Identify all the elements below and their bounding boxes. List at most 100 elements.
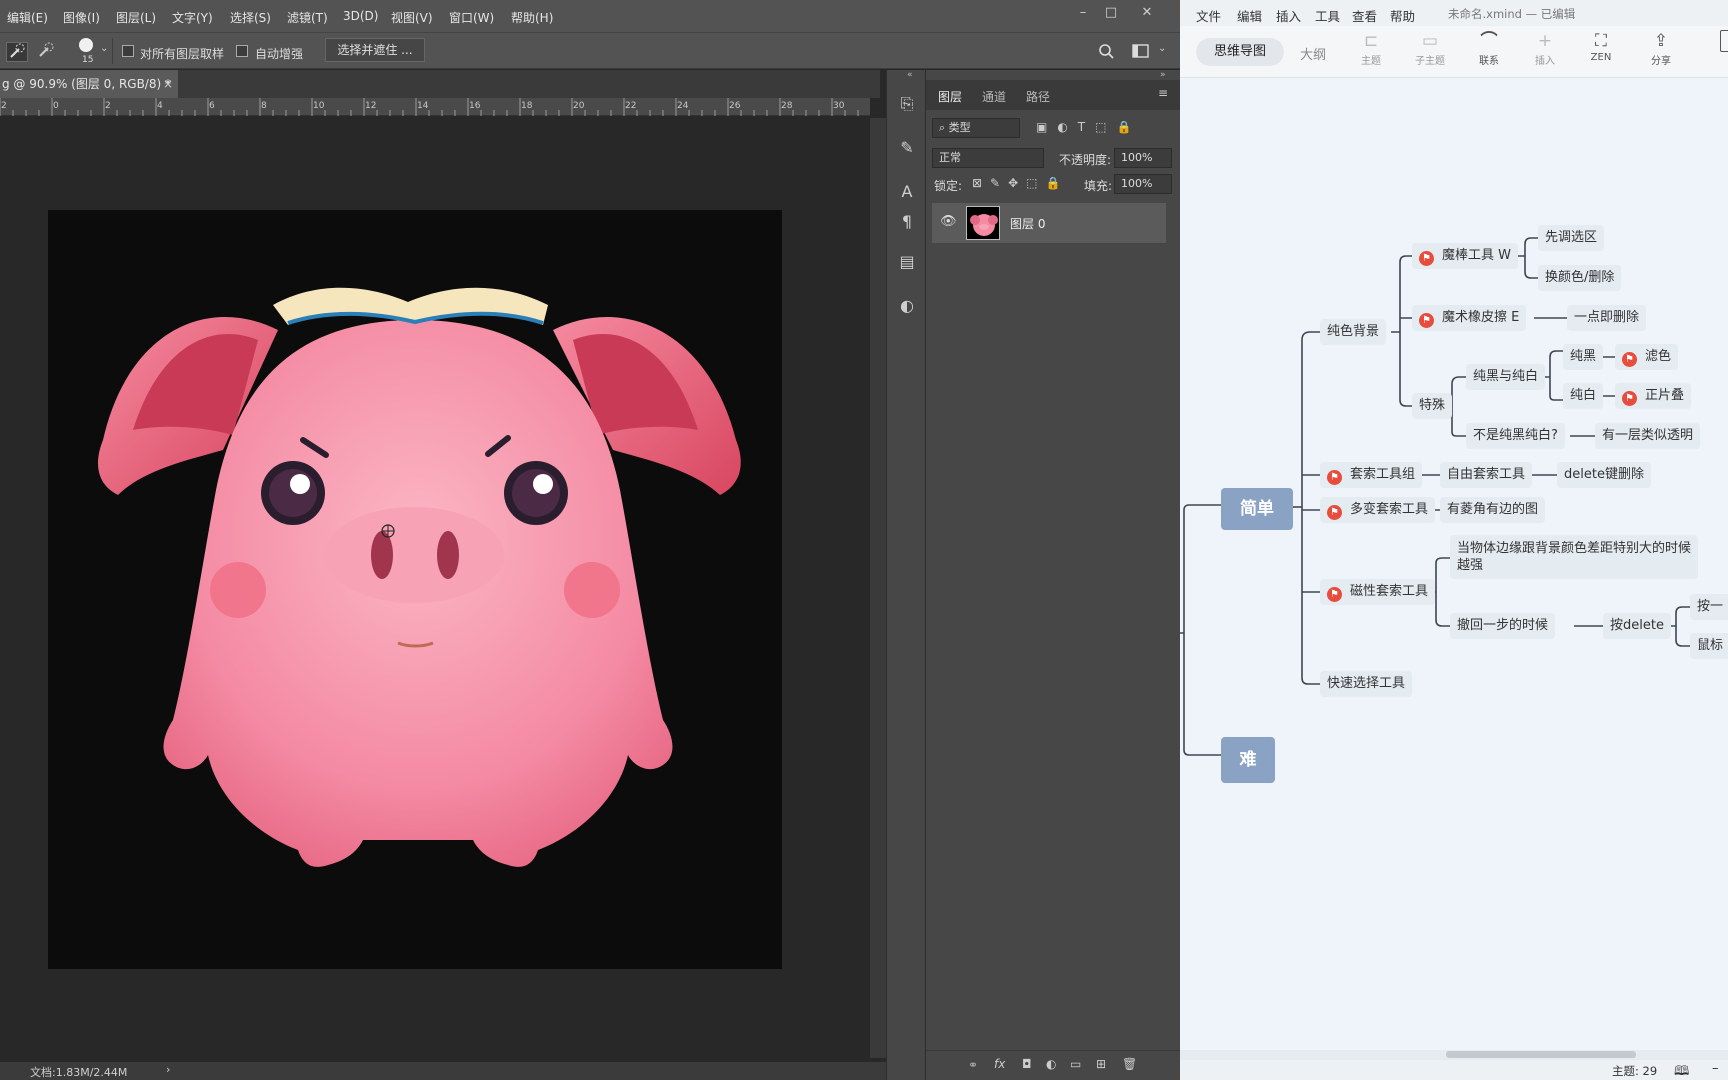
- ps-menu-edit[interactable]: 编辑(E): [7, 9, 48, 26]
- ps-status-bar: 文档:1.83M/2.44M ›: [0, 1062, 886, 1080]
- node-change-color[interactable]: 换颜色/删除: [1538, 265, 1622, 291]
- layer-filter-icons[interactable]: ▣◐T⬚🔒: [1036, 120, 1141, 134]
- ps-panel-icon-strip: « ⎘ ✎ A ¶ ▤ ◐: [886, 70, 926, 1080]
- tab-layers[interactable]: 图层: [938, 88, 962, 105]
- blend-mode-select[interactable]: 正常: [932, 148, 1044, 168]
- auto-enhance-checkbox[interactable]: [236, 45, 248, 57]
- node-black-white[interactable]: 纯黑与纯白: [1466, 364, 1546, 390]
- map-icon[interactable]: 🕮: [1674, 1062, 1689, 1080]
- ps-menu-image[interactable]: 图像(I): [63, 9, 100, 26]
- node-magic-eraser[interactable]: ⚑ 魔术橡皮擦 E: [1412, 305, 1527, 331]
- tab-paths[interactable]: 路径: [1026, 88, 1050, 105]
- pig-image: [98, 287, 741, 867]
- node-solid-background[interactable]: 纯色背景: [1320, 319, 1387, 345]
- node-press-delete[interactable]: 按delete: [1603, 613, 1671, 639]
- sample-all-layers-checkbox[interactable]: [122, 45, 134, 57]
- opacity-input[interactable]: 100%: [1114, 148, 1172, 168]
- node-easy[interactable]: 简单: [1221, 488, 1293, 530]
- ps-menu-help[interactable]: 帮助(H): [511, 9, 553, 26]
- ruler-label: 0: [53, 101, 59, 111]
- node-special[interactable]: 特殊: [1412, 393, 1453, 419]
- chevron-down-icon[interactable]: ⌄: [1158, 43, 1166, 54]
- minimize-icon[interactable]: –: [1070, 2, 1096, 24]
- add-mask-icon[interactable]: ◘: [1022, 1057, 1032, 1071]
- node-magnetic-lasso[interactable]: ⚑ 磁性套索工具: [1320, 579, 1436, 605]
- close-icon[interactable]: ✕: [1134, 2, 1160, 24]
- node-transparent-layer[interactable]: 有一层类似透明: [1595, 423, 1701, 449]
- node-magic-wand[interactable]: ⚑ 魔棒工具 W: [1412, 243, 1518, 269]
- node-hard[interactable]: 难: [1221, 737, 1275, 783]
- flag-marker-icon: ⚑: [1419, 313, 1434, 328]
- folder-icon[interactable]: ▭: [1070, 1057, 1081, 1071]
- history-icon[interactable]: ⎘: [895, 92, 919, 116]
- node-pure-white[interactable]: 纯白: [1563, 383, 1604, 409]
- layer-row[interactable]: 👁 图层 0: [932, 203, 1166, 243]
- node-delete-key[interactable]: delete键删除: [1557, 462, 1651, 488]
- expand-panel-icon[interactable]: »: [1160, 70, 1166, 80]
- character-icon[interactable]: A: [895, 180, 919, 204]
- workspace-icon[interactable]: [1132, 43, 1150, 59]
- node-mouse[interactable]: 鼠标: [1690, 633, 1728, 659]
- brush-settings-icon[interactable]: ✎: [895, 136, 919, 160]
- ps-options-bar: 15 ⌄ 对所有图层取样 自动增强 选择并遮住 ... ⌄: [0, 32, 1180, 69]
- ps-menu-3d[interactable]: 3D(D): [343, 9, 378, 23]
- node-not-black-white[interactable]: 不是纯黑纯白?: [1466, 423, 1565, 449]
- ps-menu-select[interactable]: 选择(S): [230, 9, 271, 26]
- node-undo-step[interactable]: 撤回一步的时候: [1450, 613, 1556, 639]
- maximize-icon[interactable]: □: [1098, 2, 1124, 24]
- ps-menu-type[interactable]: 文字(Y): [172, 9, 213, 26]
- node-polygon-lasso[interactable]: ⚑ 多变套索工具: [1320, 497, 1436, 523]
- node-screen[interactable]: ⚑ 滤色: [1615, 344, 1679, 370]
- link-layers-icon[interactable]: ⚭: [968, 1058, 978, 1072]
- fx-icon[interactable]: fx: [994, 1057, 1005, 1071]
- brush-preset-icon[interactable]: [79, 38, 93, 52]
- node-lasso-group[interactable]: ⚑ 套索工具组: [1320, 462, 1423, 488]
- quick-select-subtract-icon[interactable]: [36, 42, 58, 62]
- collapse-panels-icon[interactable]: «: [907, 70, 913, 80]
- node-angular-image[interactable]: 有菱角有边的图: [1440, 497, 1546, 523]
- topic-count: 主题: 29: [1612, 1064, 1658, 1078]
- panel-menu-icon[interactable]: ≡: [1158, 86, 1168, 100]
- ps-menu-view[interactable]: 视图(V): [391, 9, 433, 26]
- quick-select-brush-icon[interactable]: [6, 42, 28, 62]
- lock-label: 锁定:: [934, 179, 963, 193]
- node-one-click-delete[interactable]: 一点即删除: [1567, 305, 1647, 331]
- paragraph-icon[interactable]: ¶: [895, 210, 919, 234]
- ps-menu-filter[interactable]: 滤镜(T): [287, 9, 328, 26]
- ps-menu-layer[interactable]: 图层(L): [116, 9, 156, 26]
- eye-icon[interactable]: 👁: [940, 214, 957, 229]
- separator: [112, 38, 113, 64]
- properties-icon[interactable]: ▤: [895, 250, 919, 274]
- zoom-out-icon[interactable]: –: [1712, 1061, 1719, 1076]
- ruler-label: 4: [157, 101, 163, 111]
- fill-input[interactable]: 100%: [1114, 174, 1172, 194]
- ruler-label: 2: [1, 101, 7, 111]
- document-tab[interactable]: g @ 90.9% (图层 0, RGB/8) * ×: [0, 70, 178, 98]
- status-menu-arrow-icon[interactable]: ›: [166, 1063, 170, 1076]
- node-quick-select[interactable]: 快速选择工具: [1320, 671, 1413, 697]
- node-multiply[interactable]: ⚑ 正片叠: [1615, 383, 1692, 409]
- ruler-label: 12: [365, 101, 377, 111]
- node-edge-contrast[interactable]: 当物体边缘跟背景颜色差距特别大的时候 越强: [1450, 535, 1699, 579]
- ps-menu-window[interactable]: 窗口(W): [449, 9, 494, 26]
- lock-icons[interactable]: ⊠✎✥⬚🔒: [972, 176, 1068, 190]
- new-layer-icon[interactable]: ⊞: [1096, 1057, 1106, 1071]
- trash-icon[interactable]: 🗑: [1122, 1057, 1137, 1071]
- scrollbar-thumb[interactable]: [1446, 1051, 1636, 1058]
- adjustments-icon[interactable]: ◐: [895, 294, 919, 318]
- tab-close-icon[interactable]: ×: [163, 70, 173, 98]
- node-press-one[interactable]: 按一: [1690, 594, 1728, 620]
- document-canvas[interactable]: [48, 210, 782, 969]
- node-pure-black[interactable]: 纯黑: [1563, 344, 1604, 370]
- node-select-region[interactable]: 先调选区: [1538, 225, 1605, 251]
- tab-channels[interactable]: 通道: [982, 88, 1006, 105]
- canvas-vertical-scrollbar[interactable]: [870, 118, 886, 1058]
- adjustment-layer-icon[interactable]: ◐: [1046, 1057, 1056, 1071]
- select-and-mask-button[interactable]: 选择并遮住 ...: [325, 38, 425, 62]
- document-tab-title: g @ 90.9% (图层 0, RGB/8) *: [2, 77, 171, 91]
- search-icon[interactable]: [1098, 43, 1114, 59]
- layer-filter-select[interactable]: ⌕ 类型: [932, 118, 1020, 138]
- node-free-lasso[interactable]: 自由套索工具: [1440, 462, 1533, 488]
- sample-all-layers-label: 对所有图层取样: [140, 47, 225, 61]
- chevron-down-icon[interactable]: ⌄: [100, 43, 108, 54]
